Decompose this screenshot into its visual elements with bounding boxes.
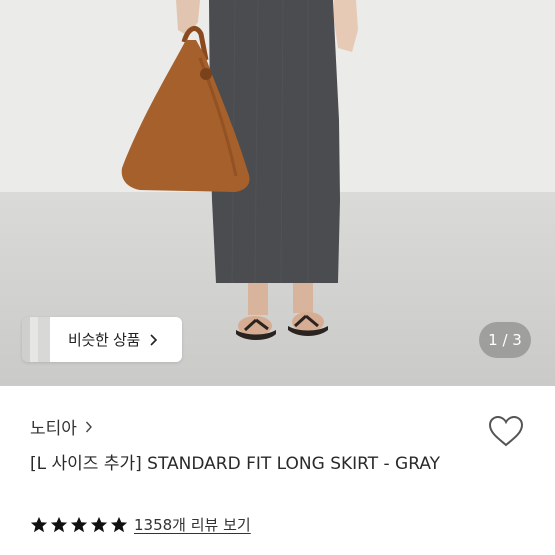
image-counter-badge: 1 / 3 [479,322,531,358]
star-rating [30,516,128,534]
chevron-right-icon [85,421,92,432]
chevron-right-icon [150,333,158,346]
review-link[interactable]: 1358개 리뷰 보기 [30,514,251,535]
star-icon [90,516,108,532]
product-title: [L 사이즈 추가] STANDARD FIT LONG SKIRT - GRA… [30,454,441,474]
star-icon [30,516,48,532]
product-info-section: 노티아 [L 사이즈 추가] STANDARD FIT LONG SKIRT -… [0,386,555,555]
right-leg [293,283,313,313]
star-icon [70,516,88,532]
shop-name: 노티아 [30,419,77,439]
similar-products-thumbnail [22,317,50,362]
star-icon [110,516,128,532]
similar-products-label: 비슷한 상품 [68,331,140,349]
left-hand-shape [334,0,358,52]
heart-icon[interactable] [487,414,525,448]
shop-link[interactable]: 노티아 [30,414,93,439]
right-foot [292,312,324,332]
left-leg [248,283,268,315]
star-icon [50,516,68,532]
product-image-gallery[interactable]: 비슷한 상품 1 / 3 [0,0,555,386]
similar-products-button[interactable]: 비슷한 상품 [22,317,182,362]
review-count-link: 1358개 리뷰 보기 [134,516,251,534]
